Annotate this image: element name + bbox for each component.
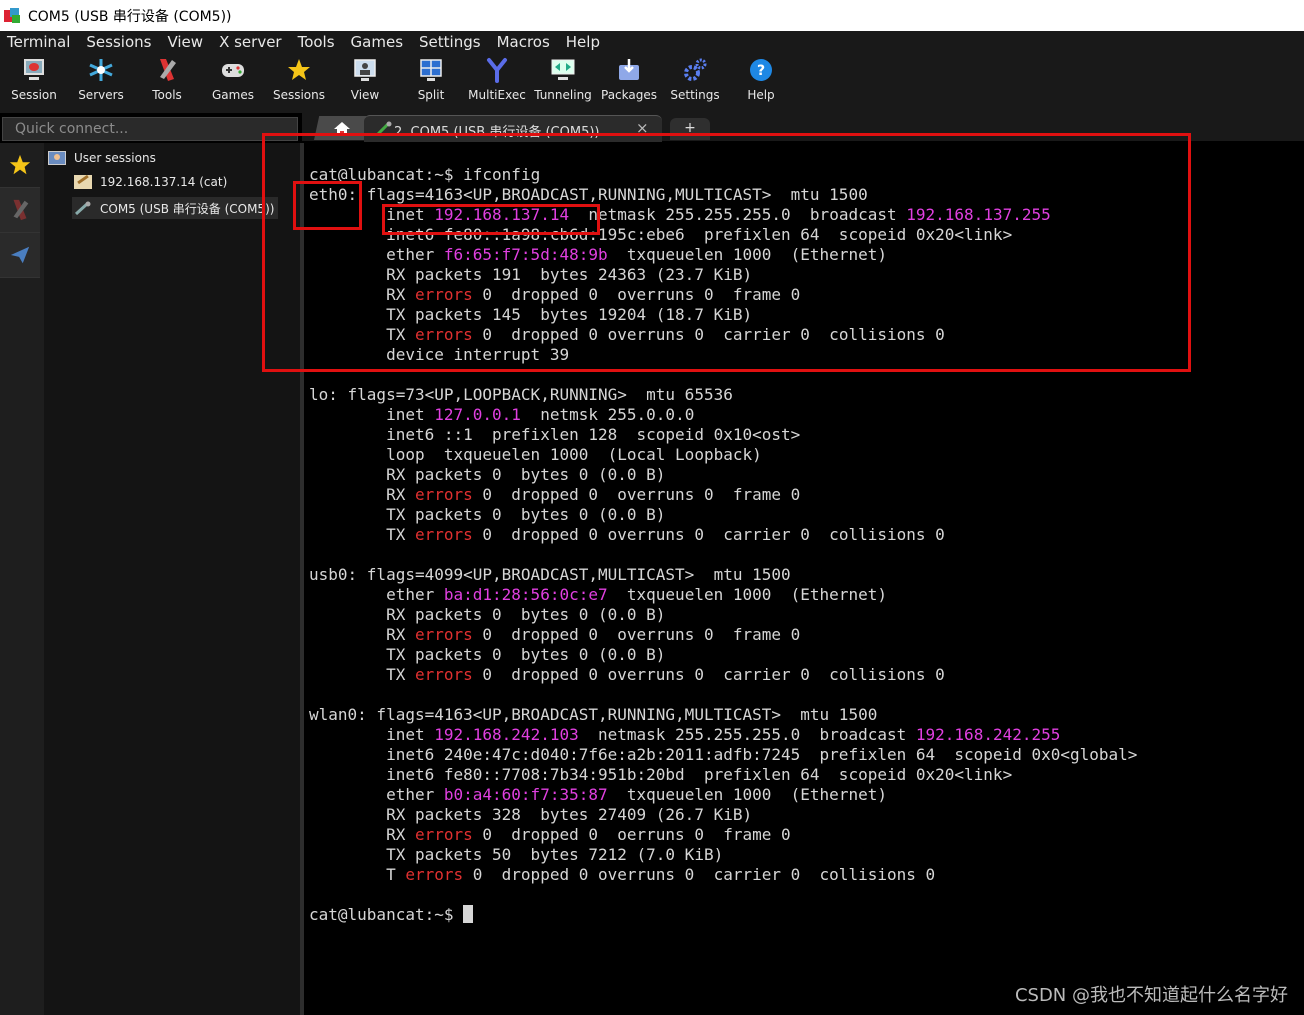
menu-macros[interactable]: Macros [490, 33, 559, 51]
toolbar-multiexec-button[interactable]: MultiExec [464, 53, 530, 113]
toolbar-servers-label: Servers [78, 88, 124, 102]
serial-plug-icon [74, 201, 92, 216]
servers-icon [88, 57, 114, 83]
toolbar-settings-label: Settings [670, 88, 720, 102]
packages-icon [616, 57, 642, 83]
user-sessions-folder[interactable]: User sessions [48, 151, 156, 165]
multiexec-icon [484, 57, 510, 83]
gamepad-icon [220, 57, 246, 83]
menu-view[interactable]: View [160, 33, 212, 51]
menu-help[interactable]: Help [559, 33, 609, 51]
toolbar-sessions-button[interactable]: Sessions [266, 53, 332, 113]
toolbar-view-button[interactable]: View [332, 53, 398, 113]
menu-bar: Terminal Sessions View X server Tools Ga… [0, 31, 1304, 53]
split-icon [418, 57, 444, 83]
tools-icon [13, 199, 29, 221]
session-item-ssh[interactable]: 192.168.137.14 (cat) [74, 174, 228, 189]
menu-settings[interactable]: Settings [412, 33, 490, 51]
menu-tools[interactable]: Tools [291, 33, 344, 51]
toolbar-tools-button[interactable]: Tools [134, 53, 200, 113]
terminal-cursor [463, 905, 474, 923]
csdn-watermark: CSDN @我也不知道起什么名字好 [1014, 985, 1288, 1006]
toolbar-settings-button[interactable]: Settings [662, 53, 728, 113]
sidebar-sftp-tab[interactable] [0, 233, 40, 278]
toolbar: Session Servers Tools Games Sessions Vie… [0, 53, 1304, 113]
menu-terminal[interactable]: Terminal [0, 33, 79, 51]
highlight-box-eth0-name [293, 181, 362, 230]
sidebar-strip [0, 143, 45, 1015]
toolbar-help-button[interactable]: ? Help [728, 53, 794, 113]
sidebar-tools-tab[interactable] [0, 188, 40, 233]
toolbar-packages-label: Packages [601, 88, 657, 102]
view-icon [352, 57, 378, 83]
toolbar-multiexec-label: MultiExec [468, 88, 526, 102]
session-item-com5-label: COM5 (USB 串行设备 (COM5)) [100, 201, 275, 216]
highlight-box-eth0-block [262, 133, 1191, 372]
toolbar-tunneling-button[interactable]: Tunneling [530, 53, 596, 113]
toolbar-games-button[interactable]: Games [200, 53, 266, 113]
menu-sessions[interactable]: Sessions [79, 33, 160, 51]
send-icon [10, 246, 30, 264]
window-title-bar: COM5 (USB 串行设备 (COM5)) [0, 0, 1304, 31]
app-logo-icon [4, 7, 22, 24]
session-item-ssh-label: 192.168.137.14 (cat) [100, 175, 228, 189]
menu-xserver[interactable]: X server [212, 33, 291, 51]
sidebar-sessions-tab[interactable] [0, 143, 40, 188]
help-icon: ? [748, 57, 774, 83]
window-title: COM5 (USB 串行设备 (COM5)) [28, 8, 232, 25]
toolbar-view-label: View [350, 88, 380, 102]
quick-connect-input[interactable]: Quick connect... [2, 117, 298, 141]
toolbar-tunneling-label: Tunneling [534, 88, 592, 102]
toolbar-session-label: Session [11, 88, 57, 102]
toolbar-split-label: Split [417, 88, 445, 102]
toolbar-tools-label: Tools [152, 88, 182, 102]
toolbar-packages-button[interactable]: Packages [596, 53, 662, 113]
highlight-box-inet-address [382, 204, 600, 235]
svg-text:?: ? [757, 63, 765, 79]
key-icon [74, 174, 92, 189]
star-icon [9, 154, 31, 175]
toolbar-servers-button[interactable]: Servers [68, 53, 134, 113]
toolbar-session-button[interactable]: Session [0, 53, 68, 113]
toolbar-split-button[interactable]: Split [398, 53, 464, 113]
user-sessions-label: User sessions [74, 151, 156, 165]
user-folder-icon [48, 151, 66, 165]
tunneling-icon [550, 57, 576, 83]
star-icon [286, 57, 312, 83]
session-item-com5[interactable]: COM5 (USB 串行设备 (COM5)) [72, 197, 279, 219]
toolbar-help-label: Help [747, 88, 775, 102]
menu-games[interactable]: Games [344, 33, 412, 51]
toolbar-sessions-label: Sessions [272, 88, 326, 102]
session-icon [21, 57, 47, 83]
tools-icon [154, 57, 180, 83]
gear-icon [682, 57, 708, 83]
toolbar-games-label: Games [212, 88, 254, 102]
